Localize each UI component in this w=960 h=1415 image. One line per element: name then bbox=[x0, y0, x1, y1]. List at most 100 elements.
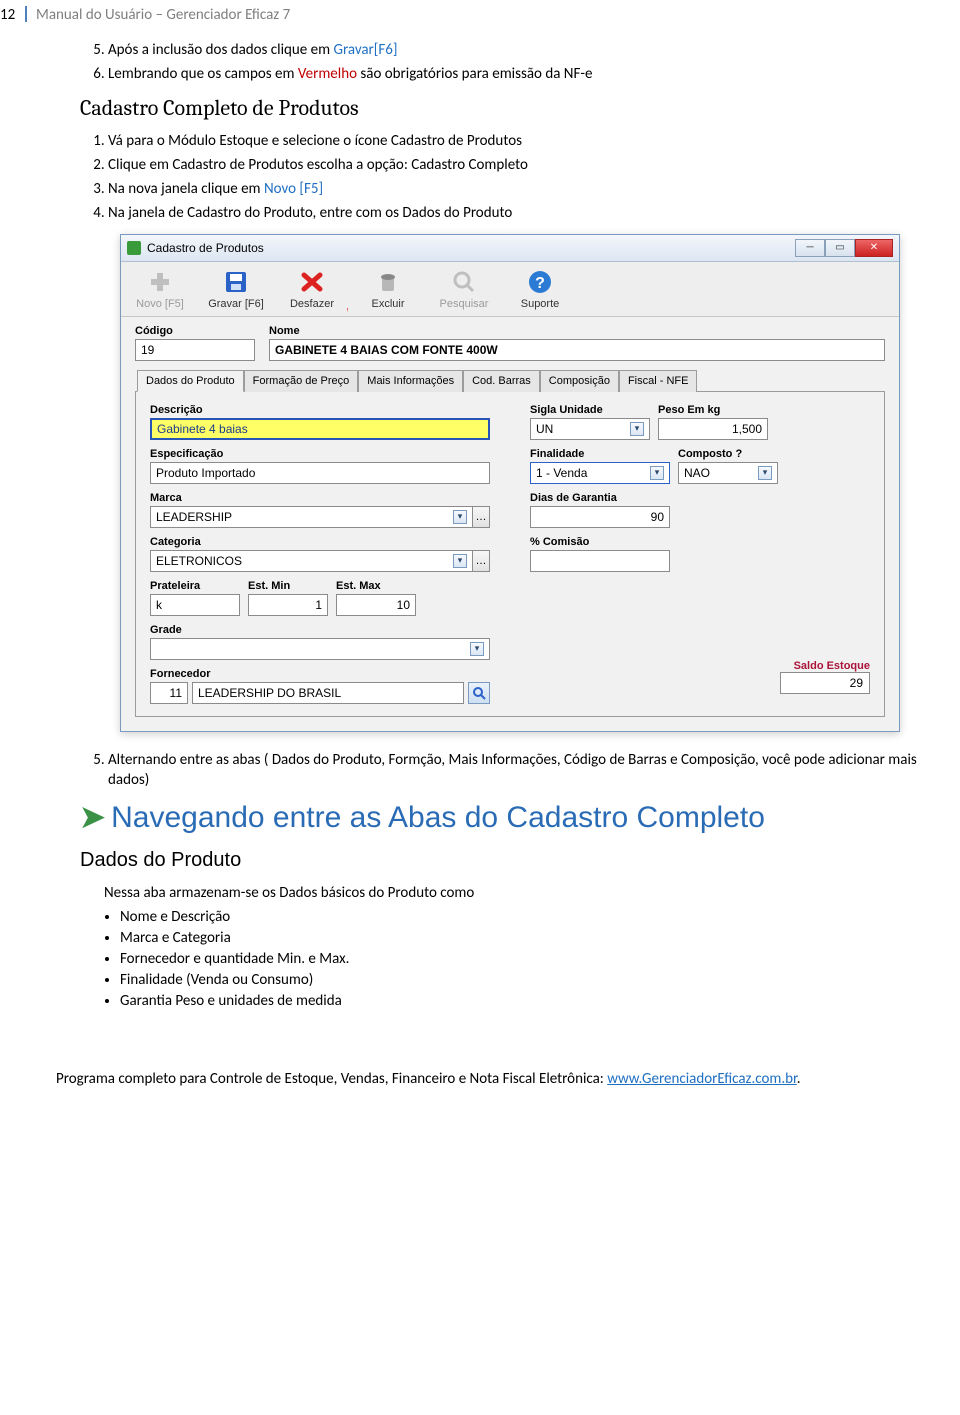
list-item: Finalidade (Venda ou Consumo) bbox=[120, 971, 960, 989]
comissao-label: % Comisão bbox=[530, 536, 670, 548]
list-item: Após a inclusão dos dados clique em Grav… bbox=[108, 40, 960, 60]
list-item: Fornecedor e quantidade Min. e Max. bbox=[120, 950, 960, 968]
prateleira-input[interactable] bbox=[150, 594, 240, 616]
excluir-button[interactable]: Excluir bbox=[359, 268, 417, 310]
app-window: Cadastro de Produtos ─ ▭ ✕ Novo [F5] Gra… bbox=[120, 234, 900, 732]
trash-icon bbox=[372, 268, 404, 296]
saldo-label: Saldo Estoque bbox=[530, 660, 870, 672]
composto-dropdown[interactable]: NAO ▾ bbox=[678, 462, 778, 484]
tab-barras[interactable]: Cod. Barras bbox=[463, 370, 540, 392]
list-item: Na nova janela clique em Novo [F5] bbox=[108, 179, 960, 199]
list-item: Garantia Peso e unidades de medida bbox=[120, 992, 960, 1010]
intro-list: Após a inclusão dos dados clique em Grav… bbox=[80, 40, 960, 85]
list-item: Marca e Categoria bbox=[120, 929, 960, 947]
page-header: 12 Manual do Usuário – Gerenciador Efica… bbox=[0, 0, 960, 30]
plus-icon bbox=[144, 268, 176, 296]
tab-dados[interactable]: Dados do Produto bbox=[137, 370, 244, 392]
sigla-dropdown[interactable]: UN ▾ bbox=[530, 418, 650, 440]
comissao-input[interactable] bbox=[530, 550, 670, 572]
garantia-input[interactable] bbox=[530, 506, 670, 528]
garantia-label: Dias de Garantia bbox=[530, 492, 670, 504]
chevron-down-icon: ▾ bbox=[758, 466, 772, 480]
novo-button[interactable]: Novo [F5] bbox=[131, 268, 189, 310]
estmax-input[interactable] bbox=[336, 594, 416, 616]
chevron-down-icon: ▾ bbox=[650, 466, 664, 480]
suporte-button[interactable]: ? Suporte bbox=[511, 268, 569, 310]
tabstrip: Dados do Produto Formação de Preço Mais … bbox=[135, 369, 885, 392]
app-icon bbox=[127, 241, 141, 255]
codigo-input[interactable] bbox=[135, 339, 255, 361]
marca-label: Marca bbox=[150, 492, 490, 504]
section-title: Cadastro Completo de Produtos bbox=[80, 95, 960, 121]
sigla-label: Sigla Unidade bbox=[530, 404, 650, 416]
finalidade-dropdown[interactable]: 1 - Venda ▾ bbox=[530, 462, 670, 484]
marca-ellipsis-button[interactable]: … bbox=[472, 506, 490, 528]
fornecedor-code-input[interactable] bbox=[150, 682, 188, 704]
categoria-label: Categoria bbox=[150, 536, 490, 548]
chevron-down-icon: ▾ bbox=[453, 510, 467, 524]
sub-text: Nessa aba armazenam-se os Dados básicos … bbox=[104, 884, 960, 902]
svg-text:?: ? bbox=[535, 275, 545, 292]
list-item: Nome e Descrição bbox=[120, 908, 960, 926]
cancel-icon bbox=[296, 268, 328, 296]
estmax-label: Est. Max bbox=[336, 580, 416, 592]
tab-fiscal[interactable]: Fiscal - NFE bbox=[619, 370, 698, 392]
steps-list: Vá para o Módulo Estoque e selecione o í… bbox=[80, 131, 960, 224]
search-icon bbox=[448, 268, 480, 296]
chevron-down-icon: ▾ bbox=[630, 422, 644, 436]
close-button[interactable]: ✕ bbox=[855, 239, 893, 257]
descricao-input[interactable] bbox=[150, 418, 490, 440]
novo-link: Novo [F5] bbox=[264, 180, 323, 198]
pesquisar-button[interactable]: Pesquisar bbox=[435, 268, 493, 310]
saldo-value: 29 bbox=[780, 672, 870, 694]
categoria-dropdown[interactable]: ELETRONICOS ▾ bbox=[150, 550, 473, 572]
footer-link[interactable]: www.GerenciadorEficaz.com.br bbox=[607, 1070, 797, 1088]
help-icon: ? bbox=[524, 268, 556, 296]
especificacao-label: Especificação bbox=[150, 448, 490, 460]
grade-label: Grade bbox=[150, 624, 490, 636]
gravar-button[interactable]: Gravar [F6] bbox=[207, 268, 265, 310]
gravar-link: Gravar[F6] bbox=[334, 41, 398, 59]
list-item: Lembrando que os campos em Vermelho são … bbox=[108, 64, 960, 84]
estmin-label: Est. Min bbox=[248, 580, 328, 592]
fornecedor-search-button[interactable] bbox=[468, 682, 490, 704]
tab-composicao[interactable]: Composição bbox=[540, 370, 619, 392]
save-icon bbox=[220, 268, 252, 296]
big-heading: ➤Navegando entre as Abas do Cadastro Com… bbox=[80, 800, 960, 835]
grade-dropdown[interactable]: ▾ bbox=[150, 638, 490, 660]
nome-input[interactable] bbox=[269, 339, 885, 361]
search-icon bbox=[472, 686, 486, 700]
fornecedor-label: Fornecedor bbox=[150, 668, 490, 680]
header-title: Manual do Usuário – Gerenciador Eficaz 7 bbox=[36, 6, 290, 24]
prateleira-label: Prateleira bbox=[150, 580, 240, 592]
composto-label: Composto ? bbox=[678, 448, 778, 460]
footer: Programa completo para Controle de Estoq… bbox=[0, 1070, 960, 1104]
descricao-label: Descrição bbox=[150, 404, 490, 416]
step5-list: Alternando entre as abas ( Dados do Prod… bbox=[80, 750, 960, 791]
chevron-down-icon: ▾ bbox=[470, 642, 484, 656]
tab-preco[interactable]: Formação de Preço bbox=[244, 370, 359, 392]
finalidade-label: Finalidade bbox=[530, 448, 670, 460]
desfazer-button[interactable]: Desfazer bbox=[283, 268, 341, 310]
tab-mais[interactable]: Mais Informações bbox=[358, 370, 463, 392]
peso-input[interactable] bbox=[658, 418, 768, 440]
toolbar: Novo [F5] Gravar [F6] Desfazer Excluir bbox=[121, 262, 899, 317]
codigo-label: Código bbox=[135, 325, 255, 337]
marca-dropdown[interactable]: LEADERSHIP ▾ bbox=[150, 506, 473, 528]
estmin-input[interactable] bbox=[248, 594, 328, 616]
maximize-button[interactable]: ▭ bbox=[825, 239, 855, 257]
page-number: 12 bbox=[0, 6, 15, 24]
list-item: Vá para o Módulo Estoque e selecione o í… bbox=[108, 131, 960, 151]
especificacao-input[interactable] bbox=[150, 462, 490, 484]
minimize-button[interactable]: ─ bbox=[795, 239, 825, 257]
header-divider bbox=[25, 6, 27, 22]
list-item: Na janela de Cadastro do Produto, entre … bbox=[108, 203, 960, 223]
chevron-down-icon: ▾ bbox=[453, 554, 467, 568]
list-item: Alternando entre as abas ( Dados do Prod… bbox=[108, 750, 960, 791]
window-title: Cadastro de Produtos bbox=[147, 241, 264, 255]
categoria-ellipsis-button[interactable]: … bbox=[472, 550, 490, 572]
list-item: Clique em Cadastro de Produtos escolha a… bbox=[108, 155, 960, 175]
bullet-list: Nome e Descrição Marca e Categoria Forne… bbox=[80, 908, 960, 1010]
fornecedor-name-input[interactable] bbox=[192, 682, 464, 704]
arrow-right-icon: ➤ bbox=[80, 801, 105, 834]
